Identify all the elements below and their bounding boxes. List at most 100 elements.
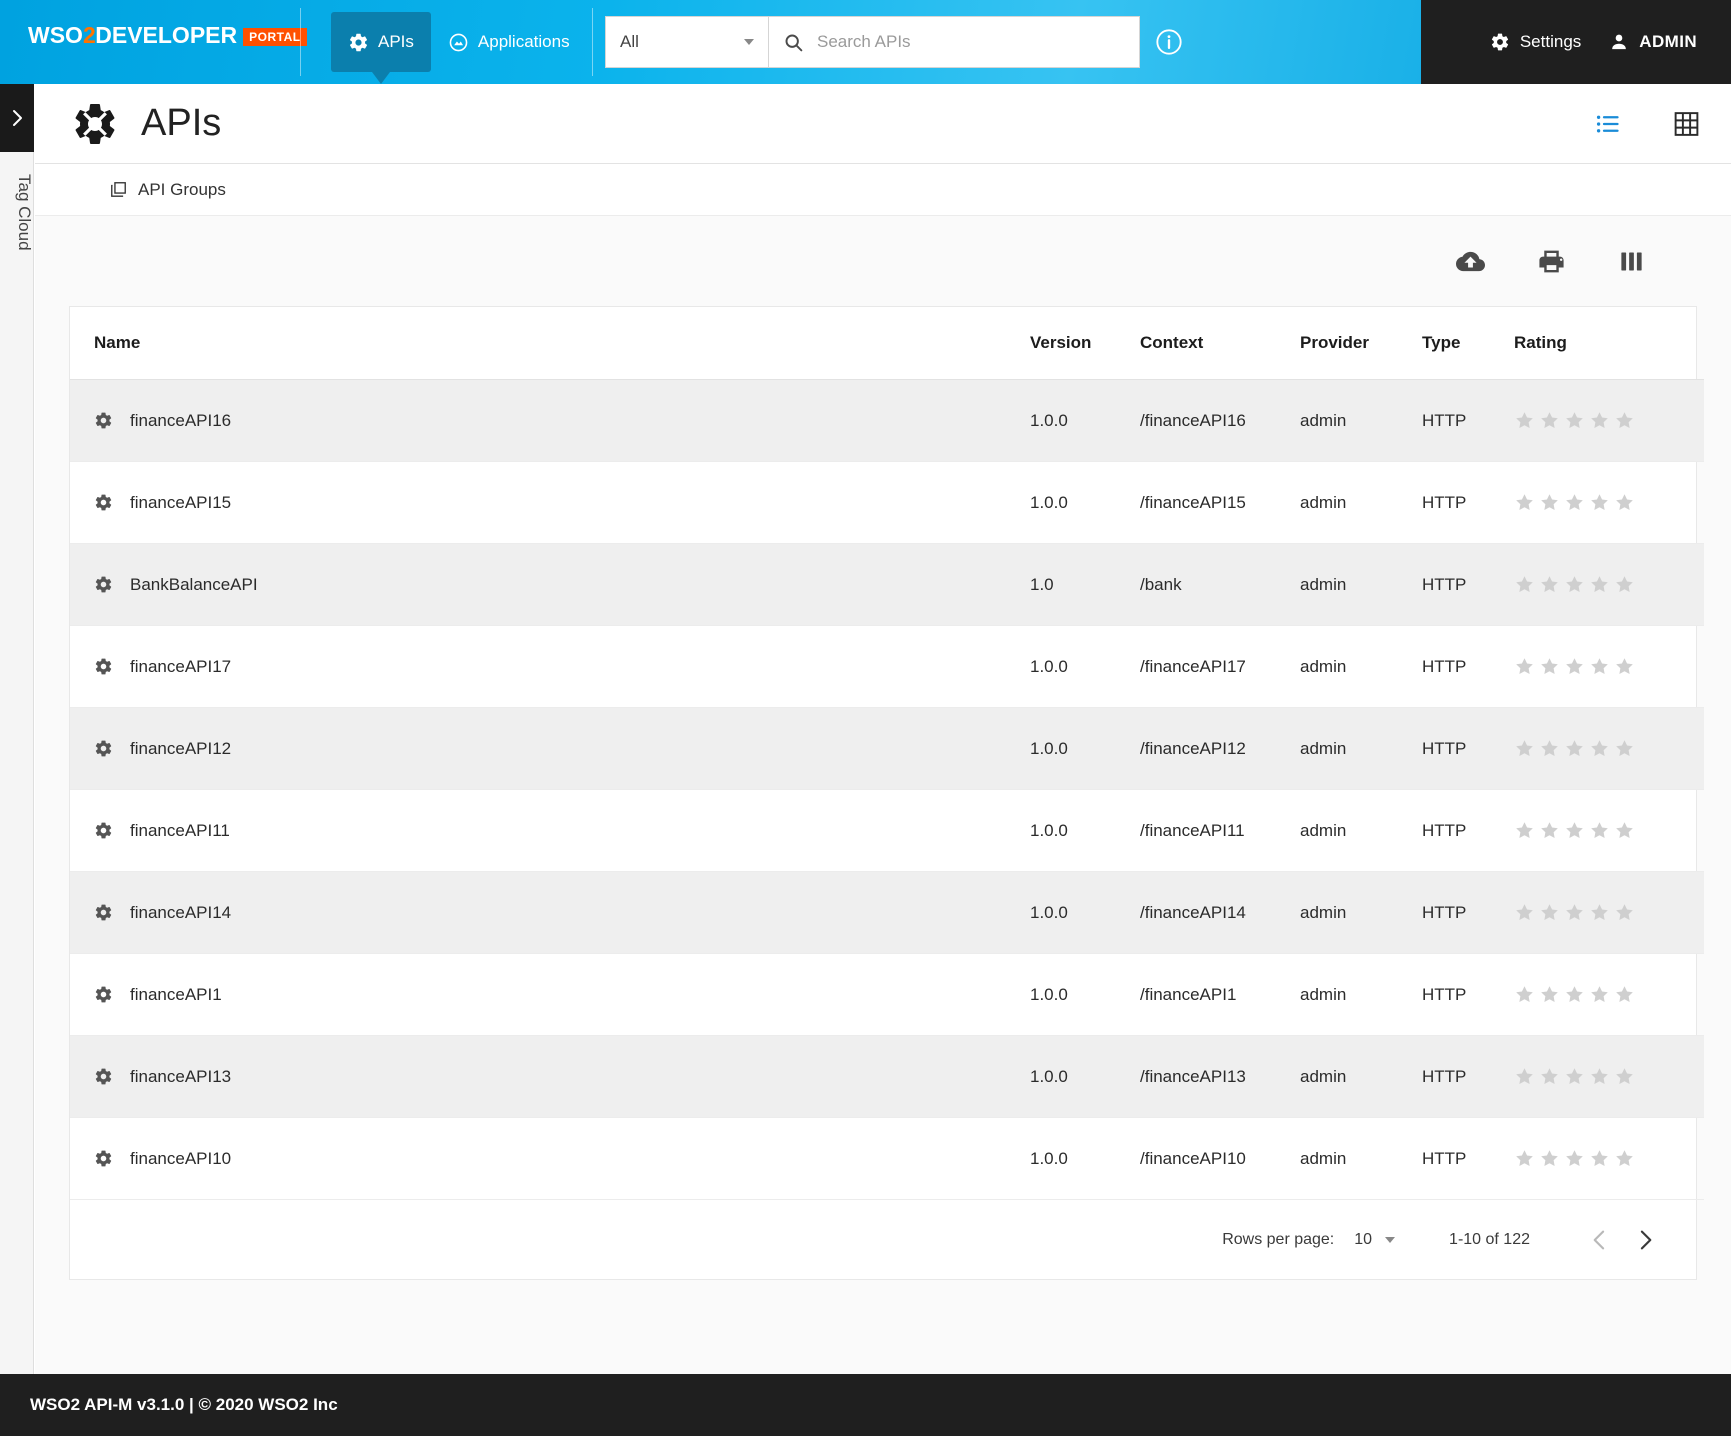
star-icon[interactable] — [1514, 492, 1535, 513]
star-icon[interactable] — [1589, 410, 1610, 431]
star-icon[interactable] — [1589, 820, 1610, 841]
star-icon[interactable] — [1514, 820, 1535, 841]
rating-stars[interactable] — [1514, 574, 1704, 595]
table-row[interactable]: financeAPI101.0.0/financeAPI10adminHTTP — [70, 1118, 1704, 1200]
star-icon[interactable] — [1589, 492, 1610, 513]
star-icon[interactable] — [1614, 738, 1635, 759]
column-header-name[interactable]: Name — [70, 307, 1030, 380]
star-icon[interactable] — [1514, 1148, 1535, 1169]
star-icon[interactable] — [1539, 738, 1560, 759]
search-input[interactable] — [817, 32, 1125, 52]
star-icon[interactable] — [1614, 574, 1635, 595]
cell-name[interactable]: financeAPI10 — [70, 1118, 1030, 1200]
grid-view-icon[interactable] — [1672, 109, 1701, 138]
star-icon[interactable] — [1589, 1066, 1610, 1087]
column-header-provider[interactable]: Provider — [1300, 307, 1422, 380]
star-icon[interactable] — [1589, 902, 1610, 923]
column-header-context[interactable]: Context — [1140, 307, 1300, 380]
star-icon[interactable] — [1539, 902, 1560, 923]
api-groups-link[interactable]: API Groups — [109, 180, 226, 200]
column-header-type[interactable]: Type — [1422, 307, 1514, 380]
cell-rating[interactable] — [1514, 954, 1704, 1036]
star-icon[interactable] — [1514, 574, 1535, 595]
table-row[interactable]: financeAPI151.0.0/financeAPI15adminHTTP — [70, 462, 1704, 544]
table-row[interactable]: financeAPI131.0.0/financeAPI13adminHTTP — [70, 1036, 1704, 1118]
rating-stars[interactable] — [1514, 656, 1704, 677]
star-icon[interactable] — [1614, 1148, 1635, 1169]
rating-stars[interactable] — [1514, 492, 1704, 513]
wso2-developer-portal-logo[interactable]: WSO2DEVELOPER PORTAL — [28, 22, 307, 49]
table-row[interactable]: financeAPI121.0.0/financeAPI12adminHTTP — [70, 708, 1704, 790]
cell-name[interactable]: financeAPI11 — [70, 790, 1030, 872]
cell-name[interactable]: financeAPI13 — [70, 1036, 1030, 1118]
star-icon[interactable] — [1614, 902, 1635, 923]
rating-stars[interactable] — [1514, 820, 1704, 841]
star-icon[interactable] — [1539, 984, 1560, 1005]
star-icon[interactable] — [1514, 410, 1535, 431]
star-icon[interactable] — [1614, 492, 1635, 513]
columns-icon[interactable] — [1618, 248, 1645, 275]
cell-name[interactable]: financeAPI16 — [70, 380, 1030, 462]
print-icon[interactable] — [1537, 247, 1566, 276]
star-icon[interactable] — [1564, 410, 1585, 431]
star-icon[interactable] — [1564, 492, 1585, 513]
star-icon[interactable] — [1614, 820, 1635, 841]
star-icon[interactable] — [1589, 656, 1610, 677]
star-icon[interactable] — [1514, 902, 1535, 923]
star-icon[interactable] — [1564, 738, 1585, 759]
cloud-download-icon[interactable] — [1456, 247, 1485, 276]
star-icon[interactable] — [1564, 656, 1585, 677]
cell-rating[interactable] — [1514, 1118, 1704, 1200]
table-row[interactable]: financeAPI161.0.0/financeAPI16adminHTTP — [70, 380, 1704, 462]
table-row[interactable]: financeAPI141.0.0/financeAPI14adminHTTP — [70, 872, 1704, 954]
cell-rating[interactable] — [1514, 1036, 1704, 1118]
rating-stars[interactable] — [1514, 902, 1704, 923]
search-filter-select[interactable]: All — [605, 16, 768, 68]
pagination-prev-button[interactable] — [1576, 1217, 1622, 1263]
star-icon[interactable] — [1539, 1148, 1560, 1169]
settings-button[interactable]: Settings — [1490, 32, 1581, 52]
cell-name[interactable]: financeAPI14 — [70, 872, 1030, 954]
star-icon[interactable] — [1614, 1066, 1635, 1087]
list-view-icon[interactable] — [1595, 110, 1622, 137]
star-icon[interactable] — [1514, 738, 1535, 759]
star-icon[interactable] — [1564, 1066, 1585, 1087]
table-row[interactable]: financeAPI171.0.0/financeAPI17adminHTTP — [70, 626, 1704, 708]
cell-rating[interactable] — [1514, 626, 1704, 708]
star-icon[interactable] — [1539, 820, 1560, 841]
admin-menu-button[interactable]: ADMIN — [1609, 32, 1697, 52]
cell-name[interactable]: financeAPI17 — [70, 626, 1030, 708]
nav-tab-applications[interactable]: Applications — [431, 12, 587, 72]
star-icon[interactable] — [1539, 492, 1560, 513]
rating-stars[interactable] — [1514, 1148, 1704, 1169]
cell-rating[interactable] — [1514, 462, 1704, 544]
rating-stars[interactable] — [1514, 984, 1704, 1005]
cell-name[interactable]: financeAPI1 — [70, 954, 1030, 1036]
sidebar-expand-toggle[interactable] — [0, 84, 34, 152]
star-icon[interactable] — [1589, 574, 1610, 595]
cell-rating[interactable] — [1514, 544, 1704, 626]
star-icon[interactable] — [1539, 574, 1560, 595]
cell-rating[interactable] — [1514, 790, 1704, 872]
cell-rating[interactable] — [1514, 708, 1704, 790]
cell-name[interactable]: BankBalanceAPI — [70, 544, 1030, 626]
column-header-version[interactable]: Version — [1030, 307, 1140, 380]
star-icon[interactable] — [1589, 738, 1610, 759]
star-icon[interactable] — [1614, 410, 1635, 431]
column-header-rating[interactable]: Rating — [1514, 307, 1704, 380]
rating-stars[interactable] — [1514, 410, 1704, 431]
pagination-next-button[interactable] — [1622, 1217, 1668, 1263]
table-row[interactable]: financeAPI11.0.0/financeAPI1adminHTTP — [70, 954, 1704, 1036]
star-icon[interactable] — [1539, 410, 1560, 431]
rows-per-page-select[interactable]: 10 — [1354, 1231, 1395, 1249]
star-icon[interactable] — [1564, 820, 1585, 841]
star-icon[interactable] — [1564, 984, 1585, 1005]
search-input-wrapper[interactable] — [768, 16, 1140, 68]
star-icon[interactable] — [1564, 574, 1585, 595]
star-icon[interactable] — [1564, 902, 1585, 923]
star-icon[interactable] — [1614, 656, 1635, 677]
nav-tab-apis[interactable]: APIs — [331, 12, 431, 72]
rating-stars[interactable] — [1514, 738, 1704, 759]
star-icon[interactable] — [1514, 656, 1535, 677]
star-icon[interactable] — [1614, 984, 1635, 1005]
